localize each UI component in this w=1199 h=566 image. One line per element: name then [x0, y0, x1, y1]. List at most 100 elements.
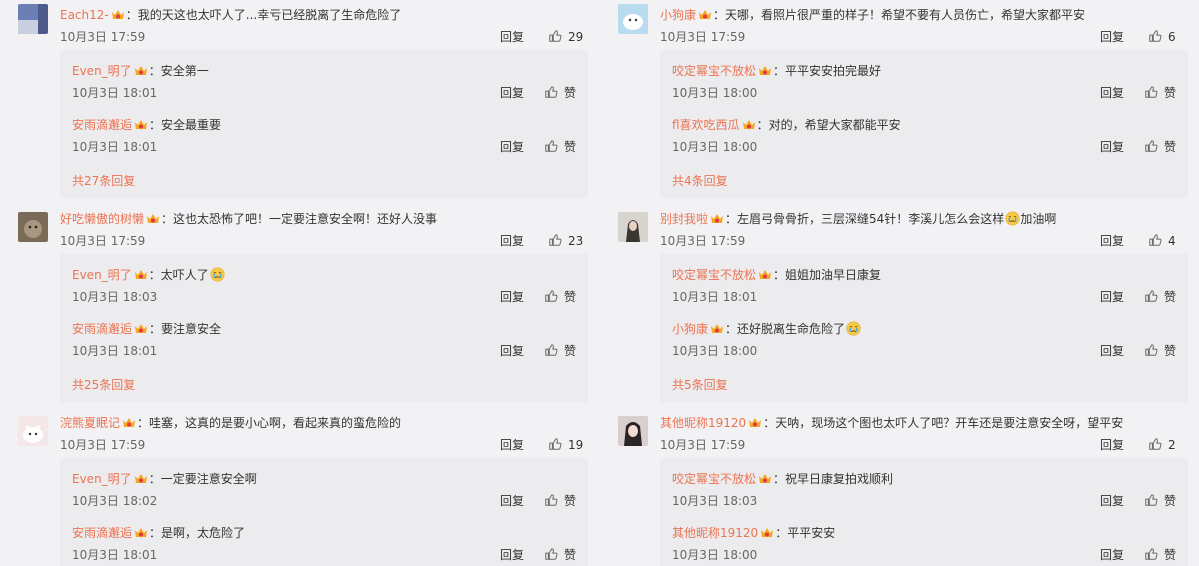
like-button[interactable]: 23 [548, 230, 588, 252]
reply-button[interactable]: 回复 [500, 82, 524, 104]
comment-time: 10月3日 17:59 [660, 30, 746, 44]
colon: ： [773, 472, 786, 486]
like-button[interactable]: 2 [1148, 434, 1188, 456]
like-button[interactable]: 赞 [1144, 544, 1176, 566]
more-replies-link[interactable]: 共27条回复 [72, 164, 576, 198]
more-replies-link[interactable]: 共25条回复 [72, 368, 576, 402]
reply-button[interactable]: 回复 [1100, 26, 1124, 48]
crying-face-icon [846, 321, 861, 336]
comment-text: 哇塞，这真的是要小心啊，看起来真的蛮危险的 [149, 416, 402, 430]
comment-username[interactable]: 别封我啦 [660, 212, 708, 226]
reply-username[interactable]: 其他昵称19120 [672, 526, 758, 540]
reply-button[interactable]: 回复 [500, 490, 524, 512]
reply-button[interactable]: 回复 [500, 26, 524, 48]
colon: ： [148, 64, 161, 78]
reply-username[interactable]: fl喜欢吃西瓜 [672, 118, 740, 132]
colon: ： [148, 268, 161, 282]
avatar[interactable] [618, 212, 648, 242]
vip-crown-icon [742, 116, 756, 129]
reply-username[interactable]: 安雨滴邂逅 [72, 526, 132, 540]
comment-text: 天哪，看照片很严重的样子！希望不要有人员伤亡，希望大家都平安 [725, 8, 1086, 22]
reply-button[interactable]: 回复 [1100, 136, 1124, 158]
reply-button[interactable]: 回复 [1100, 286, 1124, 308]
like-button[interactable]: 赞 [544, 82, 576, 104]
comment-text-line: 好吃懒傲的树懒 ：这也太恐怖了吧！一定要注意安全啊！还好人没事 [60, 208, 588, 230]
like-count: 4 [1168, 234, 1176, 248]
reply-username[interactable]: 咬定幂宝不放松 [672, 64, 756, 78]
avatar[interactable] [18, 4, 48, 34]
comment-username[interactable]: 其他昵称19120 [660, 416, 746, 430]
like-button[interactable]: 4 [1148, 230, 1188, 252]
reply-text: 要注意安全 [161, 322, 222, 336]
like-button[interactable]: 19 [548, 434, 588, 456]
more-replies-link[interactable]: 共4条回复 [672, 164, 1176, 198]
avatar[interactable] [18, 212, 48, 242]
vip-crown-icon [134, 470, 148, 483]
like-button[interactable]: 赞 [1144, 340, 1176, 362]
like-button[interactable]: 赞 [1144, 286, 1176, 308]
like-button[interactable]: 赞 [1144, 490, 1176, 512]
comment-text: 我的天这也太吓人了...幸亏已经脱离了生命危险了 [137, 8, 402, 22]
like-count: 19 [568, 438, 584, 452]
comment-username[interactable]: Each12- [60, 8, 109, 22]
reply-item: Even_明了 ：安全第一 10月3日 18:01 回复 赞 [72, 60, 576, 104]
thumbs-up-icon [544, 494, 564, 508]
reply-item: 咬定幂宝不放松 ：祝早日康复拍戏顺利 10月3日 18:03 回复 赞 [672, 468, 1176, 512]
reply-text-line: Even_明了 ：安全第一 [72, 60, 576, 82]
reply-meta: 10月3日 18:03 回复 赞 [72, 286, 576, 308]
reply-username[interactable]: Even_明了 [72, 268, 132, 282]
like-label: 赞 [1164, 548, 1177, 562]
comment-username[interactable]: 好吃懒傲的树懒 [60, 212, 144, 226]
reply-button[interactable]: 回复 [1100, 544, 1124, 566]
reply-text-line: 咬定幂宝不放松 ：祝早日康复拍戏顺利 [672, 468, 1176, 490]
reply-button[interactable]: 回复 [1100, 82, 1124, 104]
like-button[interactable]: 29 [548, 26, 588, 48]
reply-button[interactable]: 回复 [500, 340, 524, 362]
avatar[interactable] [618, 4, 648, 34]
reply-username[interactable]: Even_明了 [72, 472, 132, 486]
thumbs-up-icon [1144, 344, 1164, 358]
more-replies-link[interactable]: 共5条回复 [672, 368, 1176, 402]
comment-text: 左眉弓骨骨折，三层深缝54针！李溪儿怎么会这样 [737, 212, 1005, 226]
reply-button[interactable]: 回复 [1100, 230, 1124, 252]
reply-text: 平平安安拍完最好 [785, 64, 882, 78]
reply-button[interactable]: 回复 [500, 286, 524, 308]
reply-button[interactable]: 回复 [1100, 340, 1124, 362]
comment-meta: 10月3日 17:59 回复 2 [660, 434, 1188, 456]
like-label: 赞 [564, 494, 577, 508]
reply-username[interactable]: 小狗康 [672, 322, 708, 336]
like-button[interactable]: 赞 [544, 490, 576, 512]
reply-button[interactable]: 回复 [500, 544, 524, 566]
vip-crown-icon [134, 62, 148, 75]
avatar[interactable] [618, 416, 648, 446]
like-button[interactable]: 赞 [544, 286, 576, 308]
reply-username[interactable]: 安雨滴邂逅 [72, 118, 132, 132]
comment-time: 10月3日 17:59 [60, 438, 146, 452]
reply-button[interactable]: 回复 [1100, 490, 1124, 512]
comment-username[interactable]: 浣熊夏眠记 [60, 416, 120, 430]
comment-username[interactable]: 小狗康 [660, 8, 696, 22]
reply-meta: 10月3日 18:01 回复 赞 [72, 544, 576, 566]
avatar[interactable] [18, 416, 48, 446]
reply-text: 安全第一 [160, 64, 209, 78]
reply-username[interactable]: Even_明了 [72, 64, 132, 78]
reply-list: Even_明了 ：太吓人了 10月3日 18:03 回复赞安雨滴邂逅 ：要注意安全 10月… [60, 254, 588, 402]
like-button[interactable]: 6 [1148, 26, 1188, 48]
like-button[interactable]: 赞 [1144, 136, 1176, 158]
comment-time: 10月3日 17:59 [60, 234, 146, 248]
reply-button[interactable]: 回复 [500, 136, 524, 158]
reply-button[interactable]: 回复 [500, 230, 524, 252]
reply-username[interactable]: 咬定幂宝不放松 [672, 268, 756, 282]
like-button[interactable]: 赞 [544, 340, 576, 362]
reply-text-line: 安雨滴邂逅 ：要注意安全 [72, 318, 576, 340]
like-button[interactable]: 赞 [544, 136, 576, 158]
reply-username[interactable]: 咬定幂宝不放松 [672, 472, 756, 486]
like-button[interactable]: 赞 [1144, 82, 1176, 104]
like-button[interactable]: 赞 [544, 544, 576, 566]
reply-time: 10月3日 18:03 [72, 290, 158, 304]
reply-meta: 10月3日 18:01 回复 赞 [72, 340, 576, 362]
reply-button[interactable]: 回复 [500, 434, 524, 456]
colon: ： [125, 8, 138, 22]
reply-username[interactable]: 安雨滴邂逅 [72, 322, 132, 336]
reply-button[interactable]: 回复 [1100, 434, 1124, 456]
